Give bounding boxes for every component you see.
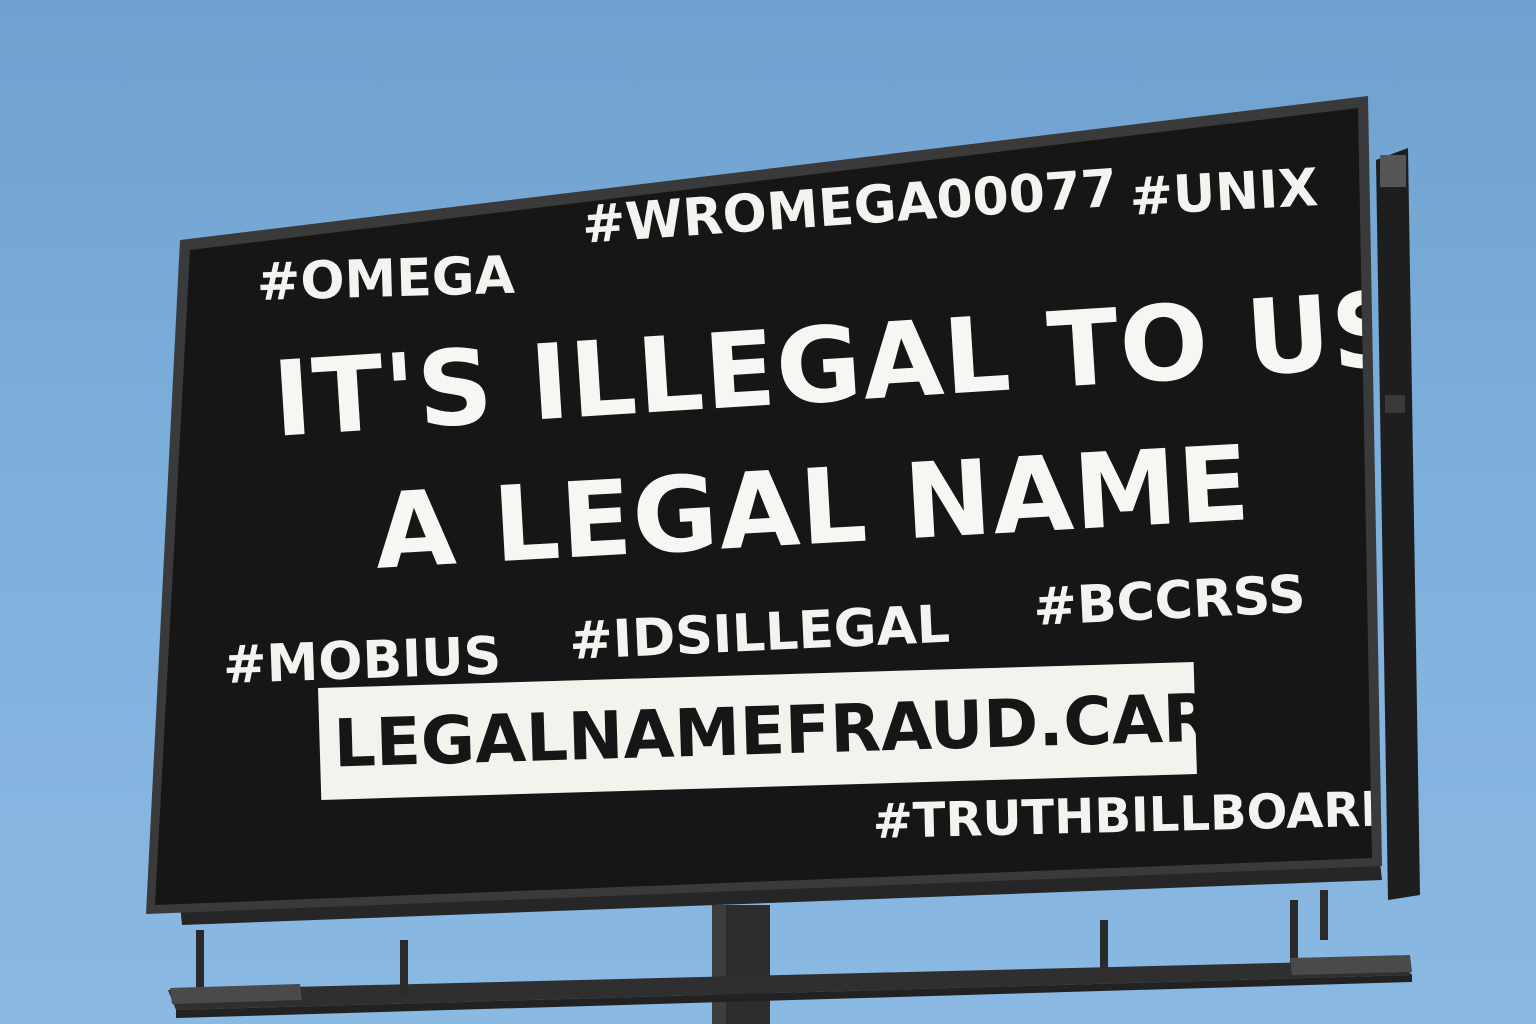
billboard-scene: #OMEGA #WROMEGA00077 #UNIX IT'S ILLEGAL … bbox=[0, 0, 1536, 1024]
side-bracket bbox=[1376, 148, 1420, 900]
hashtag-omega: #OMEGA bbox=[256, 245, 516, 313]
hashtag-idsillegal: #IDSILLEGAL bbox=[568, 594, 952, 672]
headline-line-2: A LEGAL NAME bbox=[371, 422, 1254, 593]
hashtag-truthbillboards: #TRUTHBILLBOARDS bbox=[872, 780, 1436, 850]
hashtag-unix: #UNIX bbox=[1128, 158, 1320, 228]
lighting-fixture-right bbox=[1290, 955, 1412, 975]
url-text: LEGALNAMEFRAUD.CARRD.CO bbox=[332, 672, 1450, 783]
hashtag-bccrss: #BCCRSS bbox=[1032, 564, 1307, 638]
